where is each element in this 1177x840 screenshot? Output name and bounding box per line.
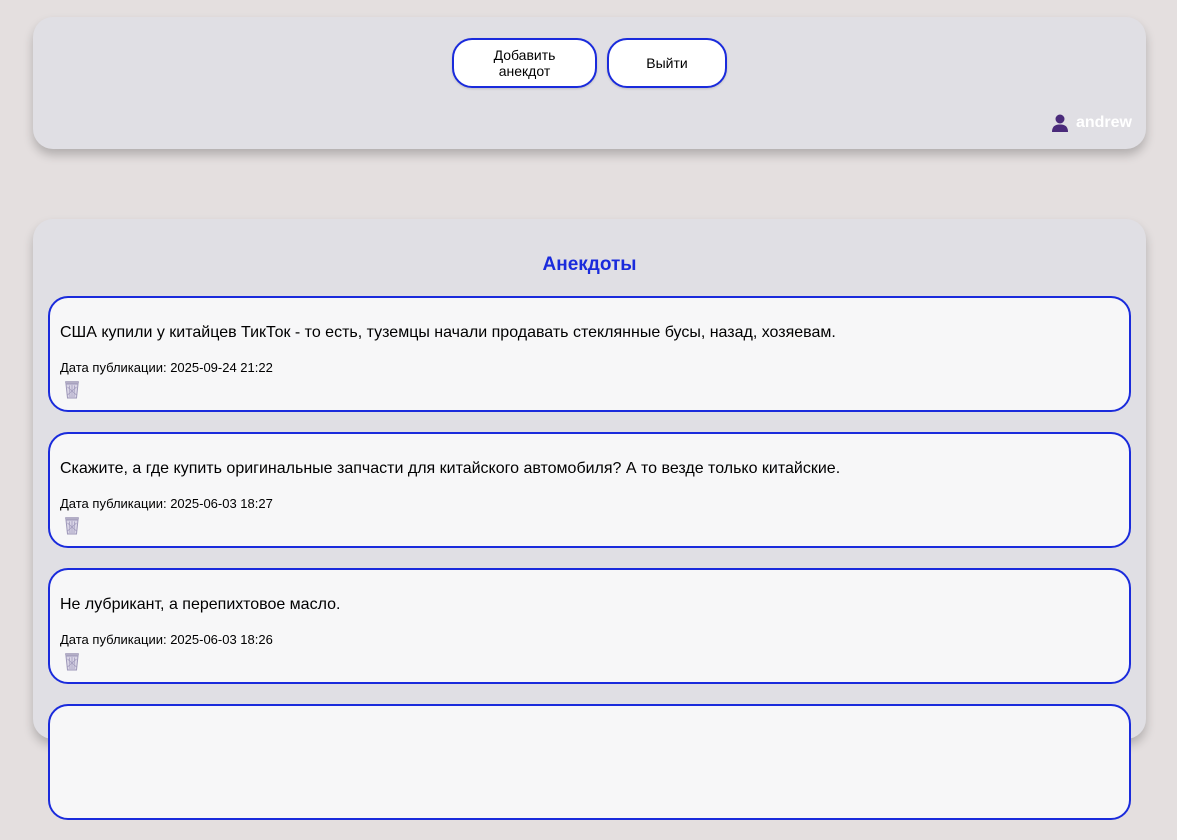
publication-date: Дата публикации: 2025-06-03 18:27 [60,496,273,511]
joke-card [48,704,1131,820]
delete-joke-button[interactable] [62,379,82,399]
delete-joke-button[interactable] [62,515,82,535]
trash-icon [65,653,79,671]
username: andrew [1075,114,1132,131]
joke-text: Скажите, а где купить оригинальные запча… [60,460,841,477]
publication-date: Дата публикации: 2025-06-03 18:26 [60,632,273,647]
header-actions: Добавить анекдот Выйти [33,38,1146,88]
joke-list: США купили у китайцев ТикТок - то есть, … [48,296,1131,840]
joke-card: Скажите, а где купить оригинальные запча… [48,432,1131,548]
joke-text: Не лубрикант, а перепихтовое масло. [60,596,341,613]
publication-date: Дата публикации: 2025-09-24 21:22 [60,360,273,375]
logout-button[interactable]: Выйти [607,38,727,88]
joke-text: США купили у китайцев ТикТок - то есть, … [60,324,836,341]
joke-card: Не лубрикант, а перепихтовое масло. Дата… [48,568,1131,684]
trash-icon [65,517,79,535]
user-info: andrew [1051,114,1132,132]
user-icon [1051,114,1068,132]
jokes-panel: Анекдоты США купили у китайцев ТикТок - … [33,219,1146,820]
header-panel: Добавить анекдот Выйти andrew [33,17,1146,149]
joke-card: США купили у китайцев ТикТок - то есть, … [48,296,1131,412]
trash-icon [65,381,79,399]
delete-joke-button[interactable] [62,651,82,671]
page-title: Анекдоты [542,254,637,275]
add-joke-button[interactable]: Добавить анекдот [452,38,597,88]
